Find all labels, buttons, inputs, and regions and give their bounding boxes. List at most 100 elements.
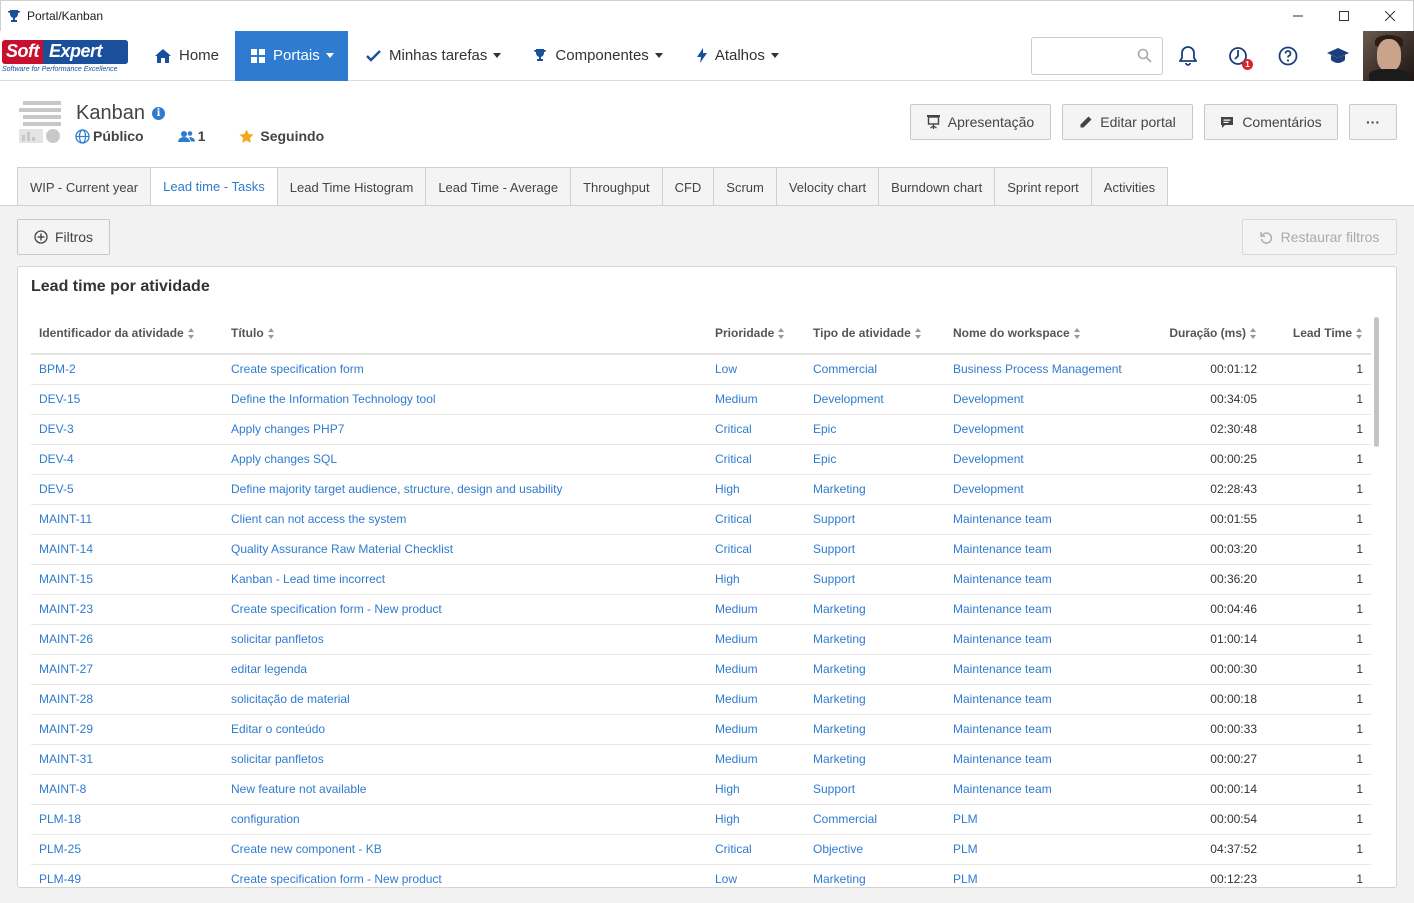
cell-activity-type[interactable]: Support <box>805 504 945 535</box>
cell-id[interactable]: MAINT-26 <box>31 624 223 655</box>
cell-id[interactable]: MAINT-14 <box>31 534 223 565</box>
tab-wip-current-year[interactable]: WIP - Current year <box>17 167 152 206</box>
cell-title[interactable]: New feature not available <box>223 774 707 805</box>
table-row[interactable]: PLM-18 configuration High Commercial PLM 00:0… <box>31 804 1371 835</box>
cell-activity-type[interactable]: Support <box>805 534 945 565</box>
table-row[interactable]: DEV-5 Define majority target audience, st… <box>31 474 1371 505</box>
cell-workspace[interactable]: Maintenance team <box>945 744 1125 775</box>
cell-id[interactable]: DEV-15 <box>31 384 223 415</box>
maximize-button[interactable] <box>1321 1 1367 31</box>
tab-scrum[interactable]: Scrum <box>713 167 777 206</box>
cell-workspace[interactable]: Development <box>945 474 1125 505</box>
tab-activities[interactable]: Activities <box>1090 167 1169 206</box>
cell-workspace[interactable]: PLM <box>945 804 1125 835</box>
table-row[interactable]: MAINT-27 editar legenda Medium Marketing Mai… <box>31 654 1371 685</box>
cell-workspace[interactable]: Maintenance team <box>945 504 1125 535</box>
cell-workspace[interactable]: PLM <box>945 864 1125 887</box>
cell-title[interactable]: Create specification form - New product <box>223 864 707 887</box>
edit-portal-button[interactable]: Editar portal <box>1062 104 1193 140</box>
cell-title[interactable]: Define majority target audience, structu… <box>223 474 707 505</box>
cell-priority[interactable]: Critical <box>707 444 805 475</box>
tab-cfd[interactable]: CFD <box>661 167 715 206</box>
cell-priority[interactable]: Medium <box>707 624 805 655</box>
alert-clock-icon[interactable]: 1 <box>1226 44 1253 70</box>
cell-title[interactable]: Editar o conteúdo <box>223 714 707 745</box>
cell-workspace[interactable]: Business Process Management <box>945 354 1125 385</box>
cell-priority[interactable]: Medium <box>707 714 805 745</box>
cell-priority[interactable]: High <box>707 564 805 595</box>
restore-filters-button[interactable]: Restaurar filtros <box>1242 219 1397 255</box>
cell-title[interactable]: solicitar panfletos <box>223 744 707 775</box>
cell-activity-type[interactable]: Marketing <box>805 654 945 685</box>
cell-activity-type[interactable]: Marketing <box>805 744 945 775</box>
cell-title[interactable]: Create specification form <box>223 354 707 385</box>
follow-toggle[interactable]: Seguindo <box>239 128 324 144</box>
cell-id[interactable]: MAINT-11 <box>31 504 223 535</box>
cell-activity-type[interactable]: Marketing <box>805 474 945 505</box>
cell-activity-type[interactable]: Support <box>805 774 945 805</box>
col-header-activity-type[interactable]: Tipo de atividade <box>805 313 945 355</box>
members-count[interactable]: 1 <box>177 128 205 144</box>
cell-activity-type[interactable]: Marketing <box>805 594 945 625</box>
cell-id[interactable]: MAINT-28 <box>31 684 223 715</box>
cell-priority[interactable]: Critical <box>707 414 805 445</box>
cell-title[interactable]: Apply changes PHP7 <box>223 414 707 445</box>
cell-title[interactable]: configuration <box>223 804 707 835</box>
vertical-scrollbar[interactable] <box>1374 317 1379 447</box>
table-row[interactable]: MAINT-23 Create specification form - New … <box>31 594 1371 625</box>
col-header-lead-time[interactable]: Lead Time <box>1265 313 1371 355</box>
cell-priority[interactable]: High <box>707 474 805 505</box>
more-options-button[interactable]: ··· <box>1349 104 1397 140</box>
cell-priority[interactable]: Medium <box>707 654 805 685</box>
cell-activity-type[interactable]: Marketing <box>805 864 945 887</box>
cell-id[interactable]: MAINT-27 <box>31 654 223 685</box>
cell-priority[interactable]: Medium <box>707 744 805 775</box>
col-header-title[interactable]: Título <box>223 313 707 355</box>
col-header-priority[interactable]: Prioridade <box>707 313 805 355</box>
cell-id[interactable]: DEV-4 <box>31 444 223 475</box>
cell-priority[interactable]: Low <box>707 354 805 385</box>
cell-title[interactable]: Create specification form - New product <box>223 594 707 625</box>
tab-lead-time-average[interactable]: Lead Time - Average <box>425 167 572 206</box>
cell-id[interactable]: PLM-49 <box>31 864 223 887</box>
col-header-id[interactable]: Identificador da atividade <box>31 313 223 355</box>
comments-button[interactable]: Comentários <box>1204 104 1338 140</box>
col-header-workspace[interactable]: Nome do workspace <box>945 313 1125 355</box>
cell-priority[interactable]: Critical <box>707 534 805 565</box>
table-row[interactable]: DEV-4 Apply changes SQL Critical Epic Develo… <box>31 444 1371 475</box>
cell-workspace[interactable]: Maintenance team <box>945 714 1125 745</box>
table-row[interactable]: BPM-2 Create specification form Low Commerc… <box>31 354 1371 385</box>
cell-title[interactable]: Define the Information Technology tool <box>223 384 707 415</box>
col-header-duration[interactable]: Duração (ms) <box>1125 313 1265 355</box>
cell-id[interactable]: PLM-25 <box>31 834 223 865</box>
tab-velocity-chart[interactable]: Velocity chart <box>775 167 880 206</box>
cell-activity-type[interactable]: Marketing <box>805 684 945 715</box>
cell-id[interactable]: BPM-2 <box>31 354 223 385</box>
cell-activity-type[interactable]: Commercial <box>805 804 945 835</box>
cell-activity-type[interactable]: Support <box>805 564 945 595</box>
user-avatar[interactable] <box>1363 31 1414 81</box>
cell-workspace[interactable]: Maintenance team <box>945 774 1125 805</box>
tab-throughput[interactable]: Throughput <box>570 167 663 206</box>
tab-lead-time-tasks[interactable]: Lead time - Tasks <box>150 167 278 207</box>
cell-priority[interactable]: Critical <box>707 504 805 535</box>
table-row[interactable]: MAINT-8 New feature not available High Supp… <box>31 774 1371 805</box>
info-icon[interactable]: i <box>151 107 165 120</box>
nav-minhas-tarefas[interactable]: Minhas tarefas <box>348 31 517 81</box>
cell-id[interactable]: MAINT-8 <box>31 774 223 805</box>
cell-priority[interactable]: Medium <box>707 594 805 625</box>
cell-id[interactable]: PLM-18 <box>31 804 223 835</box>
cell-id[interactable]: MAINT-15 <box>31 564 223 595</box>
tab-burndown-chart[interactable]: Burndown chart <box>878 167 996 206</box>
cell-id[interactable]: MAINT-23 <box>31 594 223 625</box>
cell-priority[interactable]: High <box>707 804 805 835</box>
table-row[interactable]: PLM-49 Create specification form - New pr… <box>31 864 1371 887</box>
cell-activity-type[interactable]: Epic <box>805 414 945 445</box>
table-row[interactable]: MAINT-11 Client can not access the system… <box>31 504 1371 535</box>
search-box[interactable] <box>1031 37 1163 75</box>
table-row[interactable]: MAINT-26 solicitar panfletos Medium Marketi… <box>31 624 1371 655</box>
softexpert-logo[interactable]: Soft Expert Software for Performance Exc… <box>0 31 135 81</box>
cell-activity-type[interactable]: Marketing <box>805 624 945 655</box>
cell-workspace[interactable]: Maintenance team <box>945 654 1125 685</box>
cell-priority[interactable]: Low <box>707 864 805 887</box>
